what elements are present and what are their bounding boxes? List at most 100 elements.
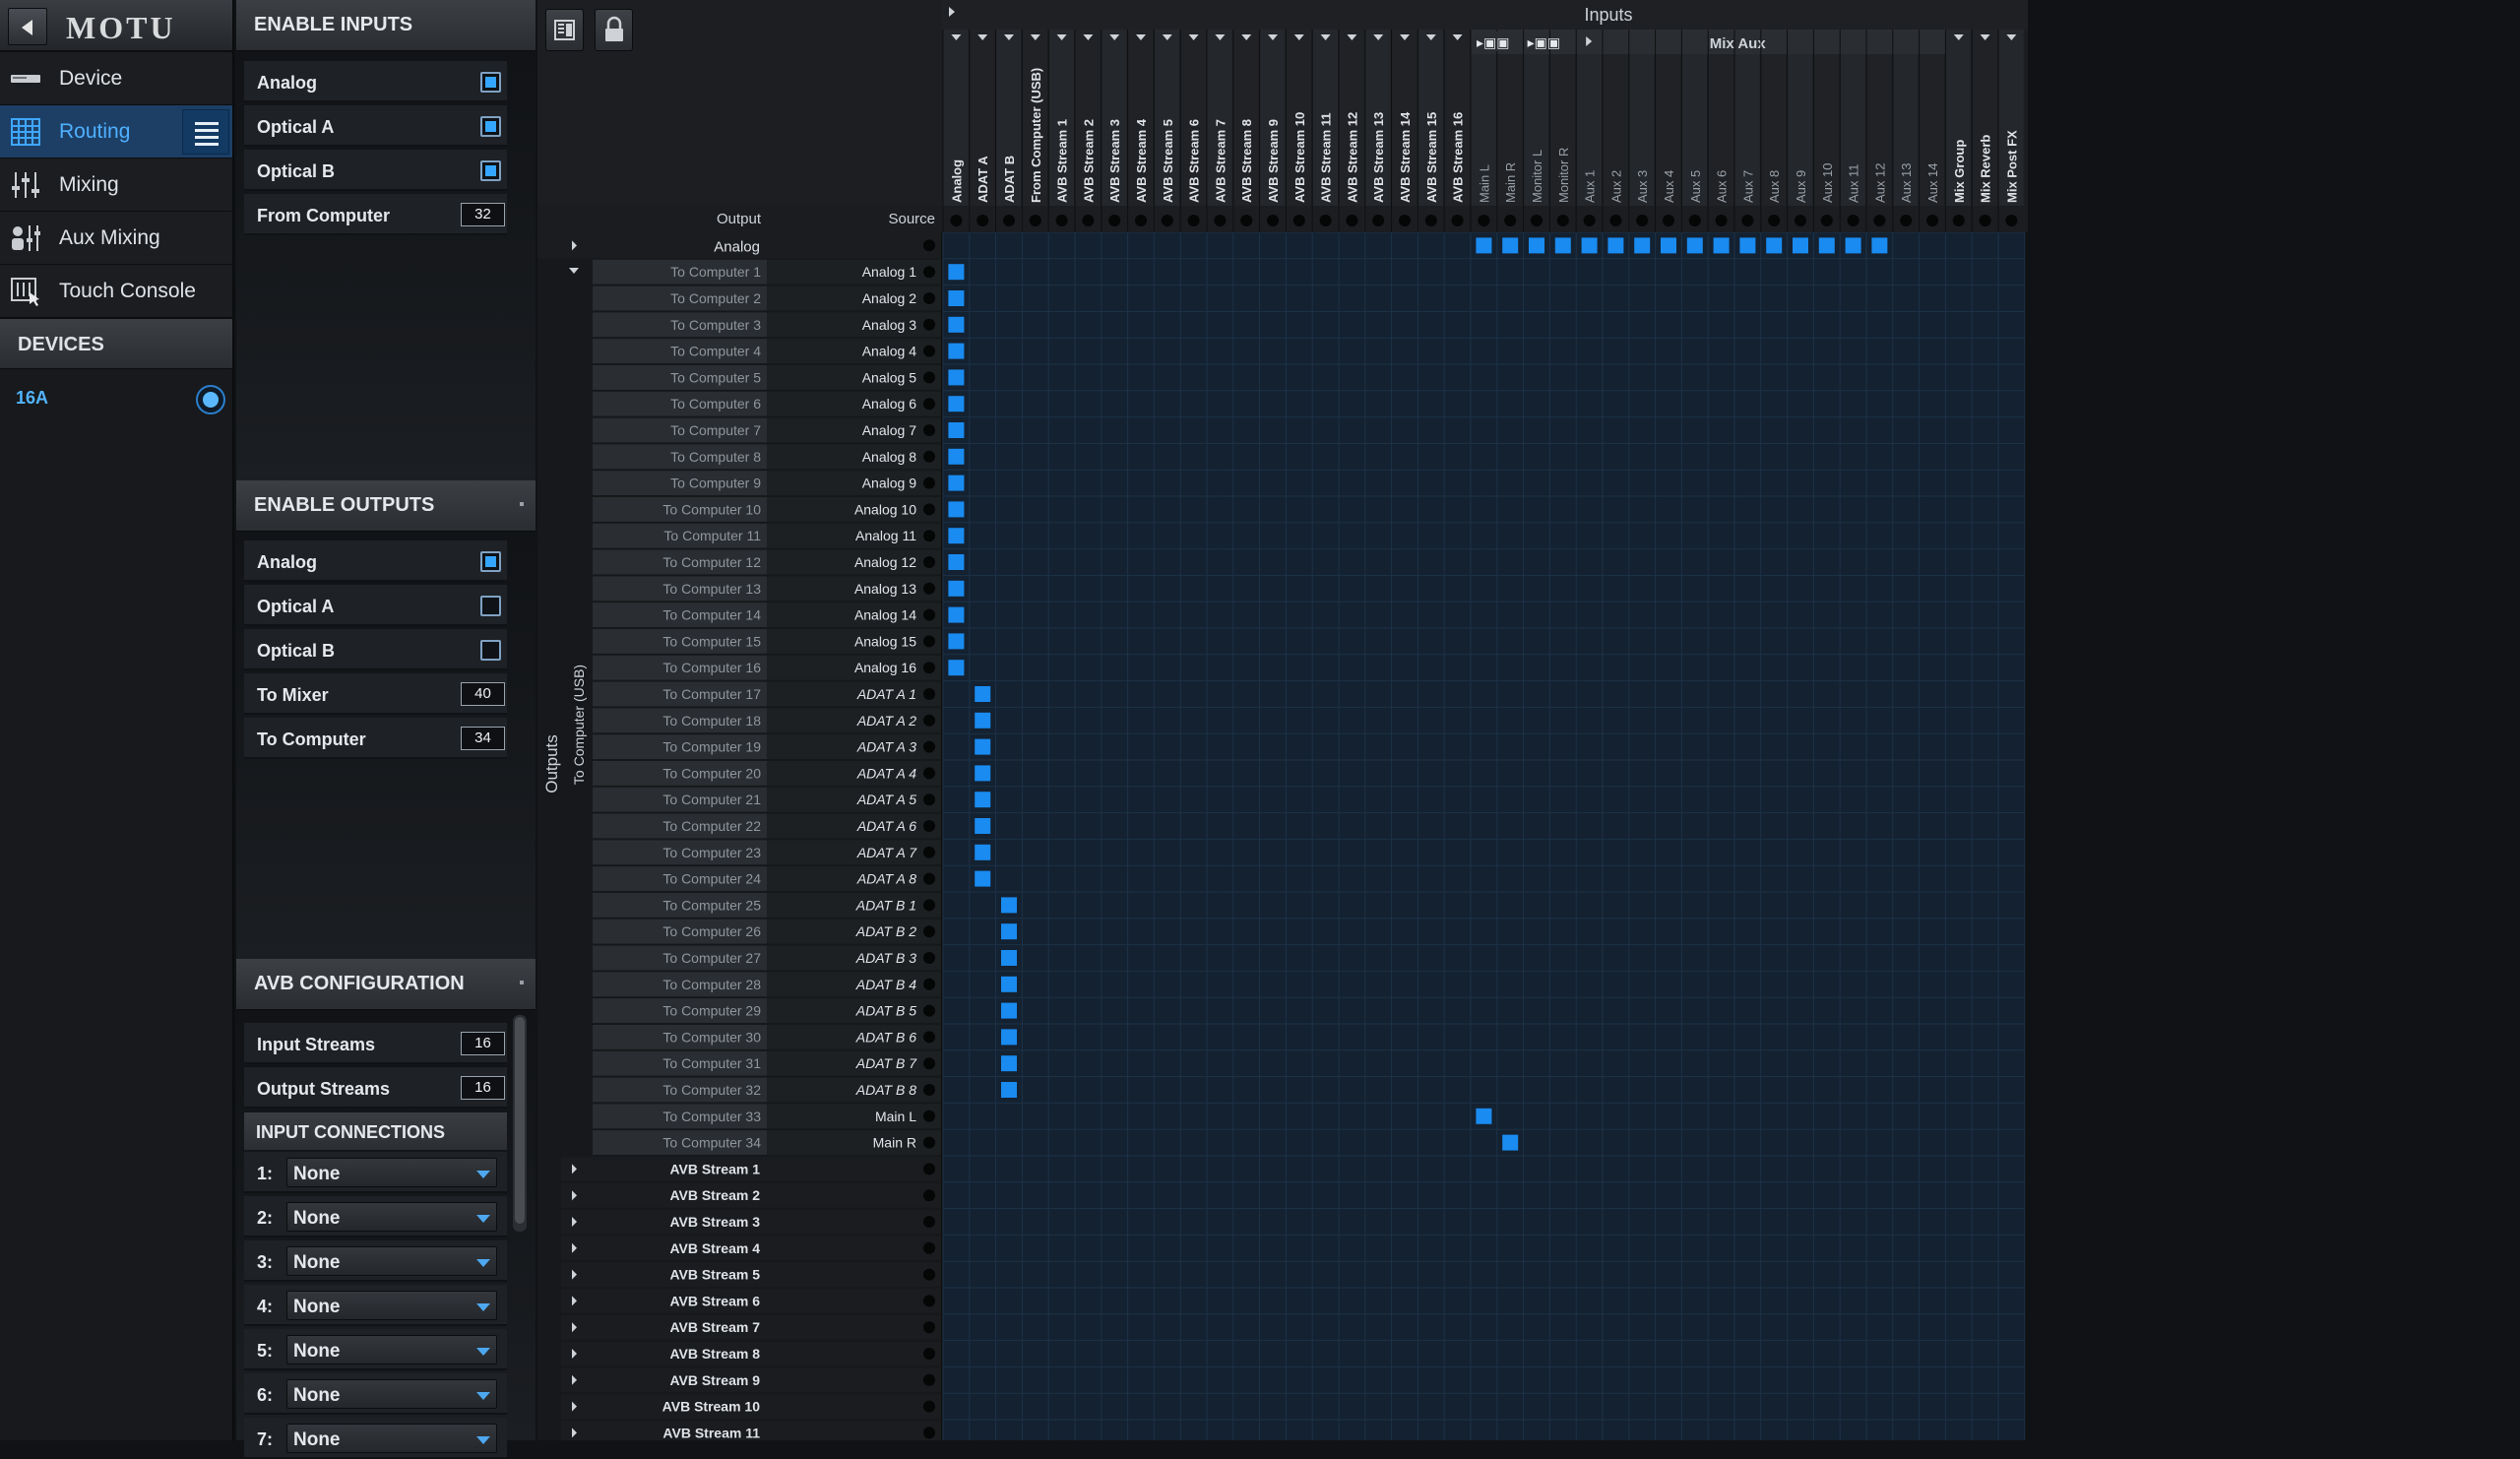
column-port-dot[interactable] <box>1161 215 1173 226</box>
route-node[interactable] <box>948 422 965 438</box>
column-port-dot[interactable] <box>1556 215 1569 226</box>
to-mixer-count-field[interactable]: 40 <box>461 682 505 706</box>
output-optical-b-checkbox[interactable] <box>480 640 501 661</box>
row-port-dot[interactable] <box>923 662 935 674</box>
route-node[interactable] <box>1634 237 1651 254</box>
row-port-dot[interactable] <box>923 292 935 304</box>
route-node[interactable] <box>1529 237 1544 254</box>
column-port-dot[interactable] <box>1900 215 1913 226</box>
nav-item-routing[interactable]: Routing <box>0 105 232 159</box>
column-port-dot[interactable] <box>1003 215 1015 226</box>
route-node[interactable] <box>948 264 965 281</box>
column-port-dot[interactable] <box>950 215 963 226</box>
route-node[interactable] <box>1607 237 1624 254</box>
config-scrollbar[interactable] <box>513 1015 527 1232</box>
lock-button[interactable] <box>595 9 633 51</box>
row-port-dot[interactable] <box>923 345 935 357</box>
route-node[interactable] <box>1686 237 1703 254</box>
nav-item-touch-console[interactable]: Touch Console <box>0 265 232 318</box>
column-port-dot[interactable] <box>1319 215 1332 226</box>
route-node[interactable] <box>948 290 965 306</box>
nav-item-mixing[interactable]: Mixing <box>0 159 232 212</box>
route-node[interactable] <box>975 712 991 729</box>
route-node[interactable] <box>948 528 965 544</box>
enable-outputs-header[interactable]: ENABLE OUTPUTS <box>236 480 536 532</box>
column-port-dot[interactable] <box>1055 215 1068 226</box>
route-node[interactable] <box>1581 237 1598 254</box>
row-port-dot[interactable] <box>923 1031 935 1044</box>
route-node[interactable] <box>948 475 965 491</box>
column-port-dot[interactable] <box>1926 215 1938 226</box>
column-port-dot[interactable] <box>1082 215 1095 226</box>
input-streams-field[interactable]: 16 <box>461 1032 505 1055</box>
column-port-dot[interactable] <box>1795 215 1806 226</box>
route-node[interactable] <box>1793 237 1808 254</box>
route-node[interactable] <box>1001 923 1017 940</box>
column-port-dot[interactable] <box>1531 215 1543 226</box>
device-row-16a[interactable]: 16A <box>0 369 232 424</box>
route-node[interactable] <box>948 606 965 623</box>
row-port-dot[interactable] <box>923 556 935 568</box>
row-port-dot[interactable] <box>923 978 935 990</box>
input-optical-b-checkbox[interactable] <box>480 160 501 181</box>
column-port-dot[interactable] <box>1952 215 1965 226</box>
input-optical-a-option[interactable]: Optical A <box>244 105 507 147</box>
route-node[interactable] <box>1766 237 1783 254</box>
route-node[interactable] <box>948 501 965 518</box>
row-port-dot[interactable] <box>923 1216 935 1228</box>
column-port-dot[interactable] <box>1504 215 1517 226</box>
view-toggle-button[interactable] <box>545 9 584 51</box>
column-port-dot[interactable] <box>1636 215 1649 226</box>
route-node[interactable] <box>1818 237 1835 254</box>
column-port-dot[interactable] <box>1108 215 1121 226</box>
row-port-dot[interactable] <box>923 450 935 463</box>
column-port-dot[interactable] <box>1478 215 1490 226</box>
row-port-dot[interactable] <box>923 424 935 436</box>
output-analog-option[interactable]: Analog <box>244 540 507 582</box>
column-port-dot[interactable] <box>1873 215 1886 226</box>
column-port-dot[interactable] <box>1741 215 1754 226</box>
row-port-dot[interactable] <box>923 1004 935 1017</box>
route-node[interactable] <box>975 686 991 702</box>
connection-select[interactable]: None <box>286 1158 497 1187</box>
column-port-dot[interactable] <box>1451 215 1464 226</box>
route-node[interactable] <box>1001 950 1017 966</box>
row-port-dot[interactable] <box>923 371 935 384</box>
route-node[interactable] <box>1845 237 1861 254</box>
column-port-dot[interactable] <box>1820 215 1833 226</box>
row-port-dot[interactable] <box>923 714 935 727</box>
output-analog-checkbox[interactable] <box>480 551 501 572</box>
column-port-dot[interactable] <box>1214 215 1227 226</box>
column-port-dot[interactable] <box>1609 215 1622 226</box>
route-node[interactable] <box>1001 1055 1017 1072</box>
row-port-dot[interactable] <box>923 318 935 331</box>
input-optical-b-option[interactable]: Optical B <box>244 150 507 191</box>
input-analog-checkbox[interactable] <box>480 72 501 93</box>
column-port-dot[interactable] <box>1847 215 1859 226</box>
route-node[interactable] <box>1502 237 1519 254</box>
row-port-dot[interactable] <box>923 1268 935 1281</box>
row-port-dot[interactable] <box>923 582 935 595</box>
row-port-dot[interactable] <box>923 503 935 516</box>
route-node[interactable] <box>948 633 965 650</box>
row-port-dot[interactable] <box>923 688 935 700</box>
route-node[interactable] <box>948 316 965 333</box>
route-node[interactable] <box>948 448 965 465</box>
column-port-dot[interactable] <box>976 215 989 226</box>
row-port-dot[interactable] <box>923 846 935 858</box>
from-computer-count-field[interactable]: 32 <box>461 203 505 226</box>
row-port-dot[interactable] <box>923 899 935 912</box>
row-port-dot[interactable] <box>923 1136 935 1149</box>
route-node[interactable] <box>975 738 991 755</box>
connection-select[interactable]: None <box>286 1202 497 1232</box>
input-analog-option[interactable]: Analog <box>244 61 507 102</box>
column-port-dot[interactable] <box>1979 215 1991 226</box>
row-port-dot[interactable] <box>923 1241 935 1254</box>
column-port-dot[interactable] <box>1424 215 1437 226</box>
output-optical-a-checkbox[interactable] <box>480 596 501 616</box>
route-node[interactable] <box>1001 976 1017 992</box>
connection-select[interactable]: None <box>286 1291 497 1320</box>
column-port-dot[interactable] <box>1399 215 1411 226</box>
route-node[interactable] <box>1001 897 1017 914</box>
route-node[interactable] <box>1502 1134 1519 1151</box>
